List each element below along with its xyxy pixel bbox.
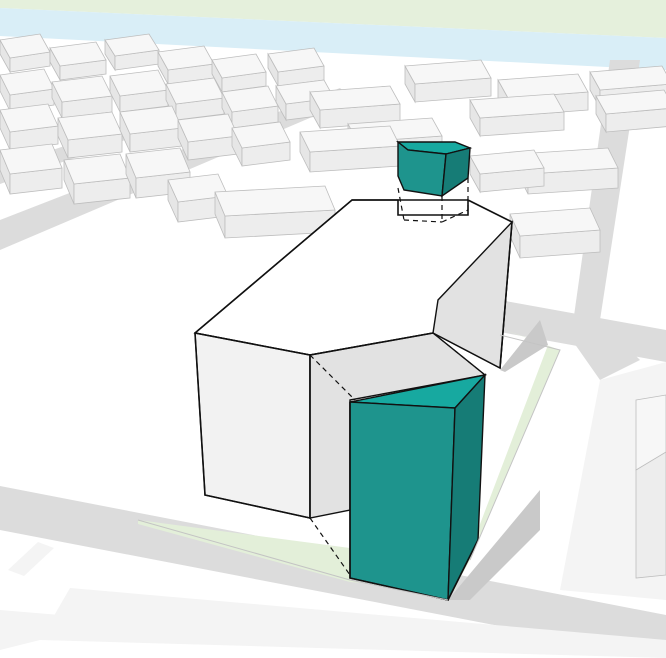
context-building (177, 113, 239, 161)
context-building (0, 143, 63, 195)
context-building (267, 47, 325, 88)
context-building (157, 45, 215, 86)
context-building (509, 207, 601, 259)
context-building (299, 125, 401, 173)
context-building (119, 105, 183, 153)
massing-front-left (194, 332, 311, 519)
context-building (595, 89, 666, 134)
context-building (0, 103, 59, 151)
context-building (469, 93, 565, 138)
context-building (51, 75, 113, 119)
teal-tower (349, 373, 487, 601)
context-building (211, 53, 267, 94)
tower-front (349, 401, 456, 601)
context-building-right (635, 394, 666, 579)
massing-diagram (0, 0, 666, 658)
context-building (0, 33, 51, 74)
context-building (104, 33, 160, 72)
context-building (404, 59, 492, 104)
context-face (635, 449, 666, 579)
context-building (63, 153, 131, 205)
context-building (57, 111, 123, 159)
context-building (49, 41, 107, 82)
context-building (109, 69, 169, 113)
context-building (469, 149, 545, 194)
context-building (231, 121, 291, 167)
